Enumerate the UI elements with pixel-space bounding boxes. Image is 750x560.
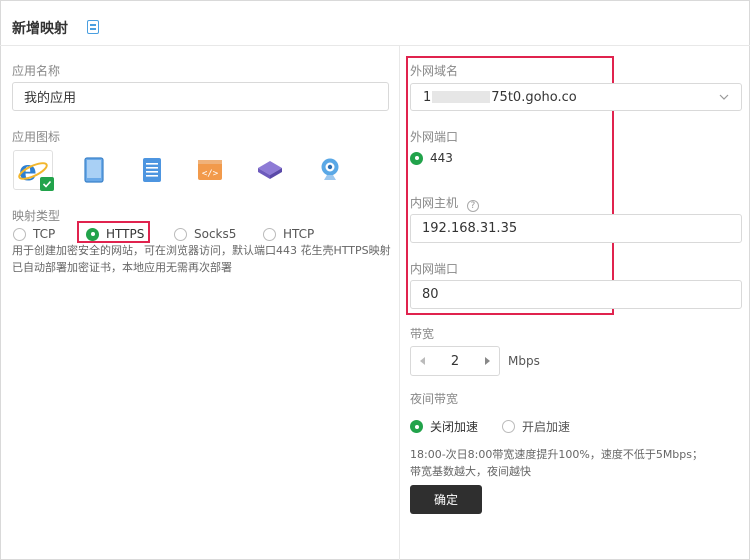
radio-night-off-dot: [410, 420, 423, 433]
radio-night-off-label: 关闭加速: [430, 420, 479, 434]
code-icon[interactable]: </>: [190, 150, 230, 190]
radio-tcp-label: TCP: [33, 227, 56, 241]
radio-external-port[interactable]: 443: [410, 151, 453, 165]
radio-external-port-dot: [410, 151, 423, 165]
description-line-1: 用于创建加密安全的网站，可在浏览器访问，默认端口443 花生壳HTTPS映射: [12, 244, 391, 257]
external-domain-select[interactable]: 1 75t0.goho.co: [410, 83, 742, 111]
bandwidth-stepper[interactable]: 2: [410, 346, 500, 376]
cube-icon[interactable]: [250, 150, 290, 190]
webcam-icon[interactable]: [310, 150, 350, 190]
radio-tcp[interactable]: TCP: [13, 227, 55, 241]
app-name-label: 应用名称: [12, 64, 61, 78]
mapping-type-description: 用于创建加密安全的网站，可在浏览器访问，默认端口443 花生壳HTTPS映射 已…: [12, 242, 397, 276]
radio-socks5[interactable]: Socks5: [174, 227, 236, 241]
redacted-block: [432, 91, 491, 103]
radio-night-on[interactable]: 开启加速: [502, 418, 570, 435]
internal-host-value: 192.168.31.35: [422, 221, 518, 236]
radio-htcp-dot: [263, 227, 276, 241]
document-list-icon[interactable]: [132, 150, 172, 190]
radio-socks5-dot: [174, 227, 187, 241]
internal-host-input[interactable]: 192.168.31.35: [410, 214, 742, 243]
tablet-icon[interactable]: [74, 150, 114, 190]
external-domain-prefix: 1: [423, 89, 432, 105]
external-port-label: 外网端口: [410, 130, 459, 144]
decrement-arrow-icon[interactable]: [420, 357, 425, 365]
document-icon[interactable]: [87, 20, 99, 34]
night-bandwidth-note: 18:00-次日8:00带宽速度提升100%，速度不低于5Mbps； 带宽基数越…: [410, 446, 740, 480]
selected-check-icon: [40, 177, 54, 191]
bandwidth-label: 带宽: [410, 327, 435, 341]
page-title: 新增映射: [12, 21, 68, 37]
highlight-box-https: [77, 221, 150, 243]
internal-port-value: 80: [422, 287, 439, 302]
internal-host-label-text: 内网主机: [410, 196, 459, 210]
app-name-value: 我的应用: [24, 91, 77, 106]
column-divider: [399, 46, 400, 560]
app-name-input[interactable]: 我的应用: [12, 82, 389, 111]
ie-browser-icon[interactable]: e: [13, 150, 54, 191]
night-bandwidth-label: 夜间带宽: [410, 392, 459, 406]
bandwidth-value: 2: [450, 353, 460, 369]
app-icon-label: 应用图标: [12, 130, 61, 144]
dialog-header: 新增映射: [0, 0, 750, 46]
increment-arrow-icon[interactable]: [485, 357, 490, 365]
night-note-line-2: 带宽基数越大，夜间越快: [410, 465, 531, 478]
external-port-value: 443: [430, 151, 453, 165]
confirm-button[interactable]: 确定: [410, 485, 482, 514]
svg-text:e: e: [19, 154, 37, 187]
radio-htcp-label: HTCP: [283, 227, 315, 241]
radio-htcp[interactable]: HTCP: [263, 227, 314, 241]
night-note-line-1: 18:00-次日8:00带宽速度提升100%，速度不低于5Mbps；: [410, 448, 704, 461]
internal-port-label: 内网端口: [410, 262, 459, 276]
internal-port-input[interactable]: 80: [410, 280, 742, 309]
bandwidth-unit: Mbps: [508, 354, 540, 368]
svg-text:</>: </>: [202, 169, 219, 179]
external-domain-label: 外网域名: [410, 64, 459, 78]
external-domain-suffix: 75t0.goho.co: [491, 89, 577, 105]
internal-host-label: 内网主机 ?: [410, 194, 479, 212]
radio-night-on-dot: [502, 420, 515, 433]
radio-socks5-label: Socks5: [194, 227, 237, 241]
mapping-type-label: 映射类型: [12, 209, 61, 223]
chevron-down-icon: [719, 91, 729, 106]
radio-night-on-label: 开启加速: [522, 420, 571, 434]
radio-night-off[interactable]: 关闭加速: [410, 418, 478, 435]
description-line-2: 已自动部署加密证书，本地应用无需再次部署: [12, 261, 232, 274]
radio-tcp-dot: [13, 227, 26, 241]
help-icon[interactable]: ?: [466, 200, 479, 212]
